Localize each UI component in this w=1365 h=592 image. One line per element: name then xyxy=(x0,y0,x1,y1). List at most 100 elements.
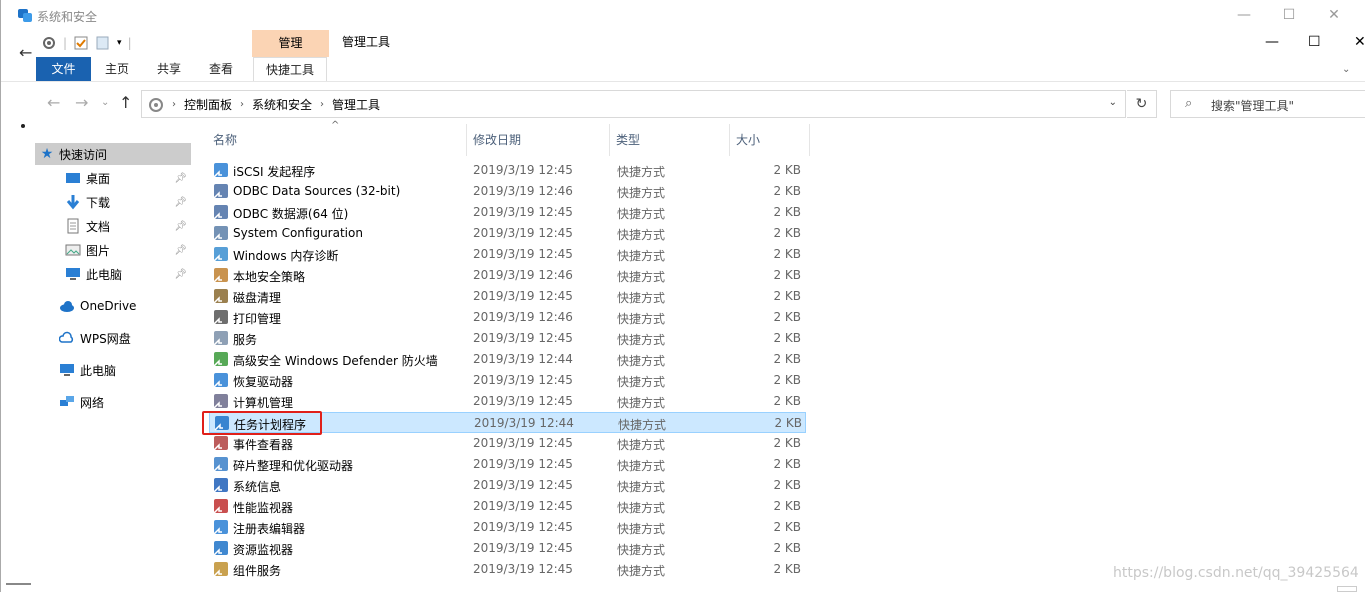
file-date: 2019/3/19 12:45 xyxy=(473,289,573,303)
file-date: 2019/3/19 12:46 xyxy=(473,184,573,198)
file-row[interactable]: 恢复驱动器 2019/3/19 12:45 快捷方式 2 KB xyxy=(209,370,806,391)
recent-locations-icon[interactable]: ⌄ xyxy=(101,97,109,108)
breadcrumb-separator-icon[interactable]: › xyxy=(320,99,324,110)
back-button-icon[interactable]: ← xyxy=(47,93,60,112)
file-name: 事件查看器 xyxy=(233,438,294,452)
breadcrumb-admin-tools[interactable]: 管理工具 xyxy=(332,96,380,113)
file-row[interactable]: 注册表编辑器 2019/3/19 12:45 快捷方式 2 KB xyxy=(209,517,806,538)
title-bar: 系统和安全 — ☐ ✕ xyxy=(1,0,1365,30)
file-type: 快捷方式 xyxy=(617,480,666,494)
file-row[interactable]: 磁盘清理 2019/3/19 12:45 快捷方式 2 KB xyxy=(209,286,806,307)
resource-monitor-icon xyxy=(213,541,228,556)
file-type: 快捷方式 xyxy=(617,543,666,557)
file-row[interactable]: 性能监视器 2019/3/19 12:45 快捷方式 2 KB xyxy=(209,496,806,517)
nav-wps-drive[interactable]: WPS网盘 xyxy=(59,327,191,349)
file-date: 2019/3/19 12:46 xyxy=(473,268,573,282)
file-size: 2 KB xyxy=(773,226,801,240)
nav-scrollbar[interactable] xyxy=(6,583,31,585)
file-row[interactable]: ODBC Data Sources (32-bit) 2019/3/19 12:4… xyxy=(209,181,806,202)
breadcrumb-control-panel[interactable]: 控制面板 xyxy=(184,96,232,113)
file-name: iSCSI 发起程序 xyxy=(233,165,316,179)
file-type: 快捷方式 xyxy=(617,207,666,221)
file-type: 快捷方式 xyxy=(617,228,666,242)
expand-ribbon-chevron-icon[interactable]: ⌄ xyxy=(1342,64,1350,75)
file-row[interactable]: 组件服务 2019/3/19 12:45 快捷方式 2 KB xyxy=(209,559,806,580)
nav-network[interactable]: 网络 xyxy=(59,391,191,413)
breadcrumb-separator-icon[interactable]: › xyxy=(172,99,176,110)
tab-shortcut-tools[interactable]: 快捷工具 xyxy=(253,57,328,81)
ribbon-maximize-icon[interactable]: ☐ xyxy=(1308,34,1321,50)
context-tab-group-header: 管理 xyxy=(252,30,329,57)
file-name: 磁盘清理 xyxy=(233,291,282,305)
file-row[interactable]: 本地安全策略 2019/3/19 12:46 快捷方式 2 KB xyxy=(209,265,806,286)
minimize-button[interactable]: — xyxy=(1221,4,1267,26)
pin-icon[interactable]: 📌︎ xyxy=(174,221,187,232)
file-row[interactable]: Windows 内存诊断 2019/3/19 12:45 快捷方式 2 KB xyxy=(209,244,806,265)
tab-view[interactable]: 查看 xyxy=(195,57,247,81)
column-header-date[interactable]: 修改日期 xyxy=(467,124,610,156)
new-folder-icon[interactable] xyxy=(95,35,111,51)
ribbon-close-icon[interactable]: ✕ xyxy=(1354,34,1365,50)
file-row[interactable]: 事件查看器 2019/3/19 12:45 快捷方式 2 KB xyxy=(209,433,806,454)
back-arrow-icon[interactable]: ← xyxy=(19,43,32,62)
nav-desktop[interactable]: 桌面 📌︎ xyxy=(65,167,191,189)
column-header-size[interactable]: 大小 xyxy=(730,124,810,156)
file-type: 快捷方式 xyxy=(617,270,666,284)
nav-documents[interactable]: 文档 📌︎ xyxy=(65,215,191,237)
column-header-name[interactable]: 名称 xyxy=(207,124,467,156)
tab-home[interactable]: 主页 xyxy=(91,57,143,81)
breadcrumb: › 控制面板 › 系统和安全 › 管理工具 xyxy=(148,96,380,113)
file-row[interactable]: 打印管理 2019/3/19 12:46 快捷方式 2 KB xyxy=(209,307,806,328)
file-row[interactable]: 资源监视器 2019/3/19 12:45 快捷方式 2 KB xyxy=(209,538,806,559)
nav-downloads[interactable]: 下载 📌︎ xyxy=(65,191,191,213)
customize-dropdown-icon[interactable]: ▾ xyxy=(117,38,122,48)
navigation-pane: ★ 快速访问 桌面 📌︎ 下载 📌︎ 文档 📌︎ 图片 📌︎ 此电脑 📌︎ On… xyxy=(1,122,193,592)
address-dropdown-icon[interactable]: ⌄ xyxy=(1109,97,1117,108)
nav-quick-access[interactable]: ★ 快速访问 xyxy=(35,143,191,165)
pin-icon[interactable]: 📌︎ xyxy=(174,173,187,184)
file-row[interactable]: iSCSI 发起程序 2019/3/19 12:45 快捷方式 2 KB xyxy=(209,160,806,181)
file-date: 2019/3/19 12:45 xyxy=(473,520,573,534)
search-input[interactable]: ⌕ 搜索"管理工具" xyxy=(1170,90,1365,118)
file-date: 2019/3/19 12:44 xyxy=(474,416,574,430)
column-header-type[interactable]: 类型 xyxy=(610,124,730,156)
tab-file[interactable]: 文件 xyxy=(36,57,91,81)
ribbon-minimize-icon[interactable]: — xyxy=(1265,34,1279,50)
nav-onedrive[interactable]: OneDrive xyxy=(59,295,191,317)
close-button[interactable]: ✕ xyxy=(1311,4,1357,26)
pin-icon[interactable]: 📌︎ xyxy=(174,245,187,256)
file-row[interactable]: 计算机管理 2019/3/19 12:45 快捷方式 2 KB xyxy=(209,391,806,412)
refresh-icon[interactable]: ↻ xyxy=(1127,90,1157,118)
nav-pictures[interactable]: 图片 📌︎ xyxy=(65,239,191,261)
nav-this-pc-pinned[interactable]: 此电脑 📌︎ xyxy=(65,263,191,285)
pin-icon[interactable]: 📌︎ xyxy=(174,269,187,280)
file-date: 2019/3/19 12:45 xyxy=(473,163,573,177)
search-placeholder: 搜索"管理工具" xyxy=(1211,99,1295,113)
file-type: 快捷方式 xyxy=(617,291,666,305)
file-row[interactable]: ODBC 数据源(64 位) 2019/3/19 12:45 快捷方式 2 KB xyxy=(209,202,806,223)
nav-this-pc[interactable]: 此电脑 xyxy=(59,359,191,381)
up-button-icon[interactable]: ↑ xyxy=(119,93,132,112)
file-row[interactable]: System Configuration 2019/3/19 12:45 快捷方式 2… xyxy=(209,223,806,244)
file-name: 高级安全 Windows Defender 防火墙 xyxy=(233,354,438,368)
address-bar[interactable]: › 控制面板 › 系统和安全 › 管理工具 ⌄ xyxy=(141,90,1126,118)
checkbox-icon[interactable] xyxy=(73,35,89,51)
file-row[interactable]: 系统信息 2019/3/19 12:45 快捷方式 2 KB xyxy=(209,475,806,496)
file-size: 2 KB xyxy=(773,289,801,303)
file-row[interactable]: 碎片整理和优化驱动器 2019/3/19 12:45 快捷方式 2 KB xyxy=(209,454,806,475)
file-row[interactable]: 高级安全 Windows Defender 防火墙 2019/3/19 12:44… xyxy=(209,349,806,370)
breadcrumb-separator-icon[interactable]: › xyxy=(240,99,244,110)
properties-icon[interactable] xyxy=(41,35,57,51)
file-date: 2019/3/19 12:46 xyxy=(473,310,573,324)
maximize-button[interactable]: ☐ xyxy=(1266,4,1312,26)
pin-icon[interactable]: 📌︎ xyxy=(174,197,187,208)
file-size: 2 KB xyxy=(774,416,802,430)
ribbon-location-title: 管理工具 xyxy=(342,35,391,49)
file-type: 快捷方式 xyxy=(617,522,666,536)
file-row[interactable]: 服务 2019/3/19 12:45 快捷方式 2 KB xyxy=(209,328,806,349)
forward-button-icon[interactable]: → xyxy=(75,93,88,112)
breadcrumb-system-security[interactable]: 系统和安全 xyxy=(252,96,312,113)
file-name: 注册表编辑器 xyxy=(233,522,306,536)
control-panel-icon xyxy=(18,9,32,22)
tab-share[interactable]: 共享 xyxy=(143,57,195,81)
